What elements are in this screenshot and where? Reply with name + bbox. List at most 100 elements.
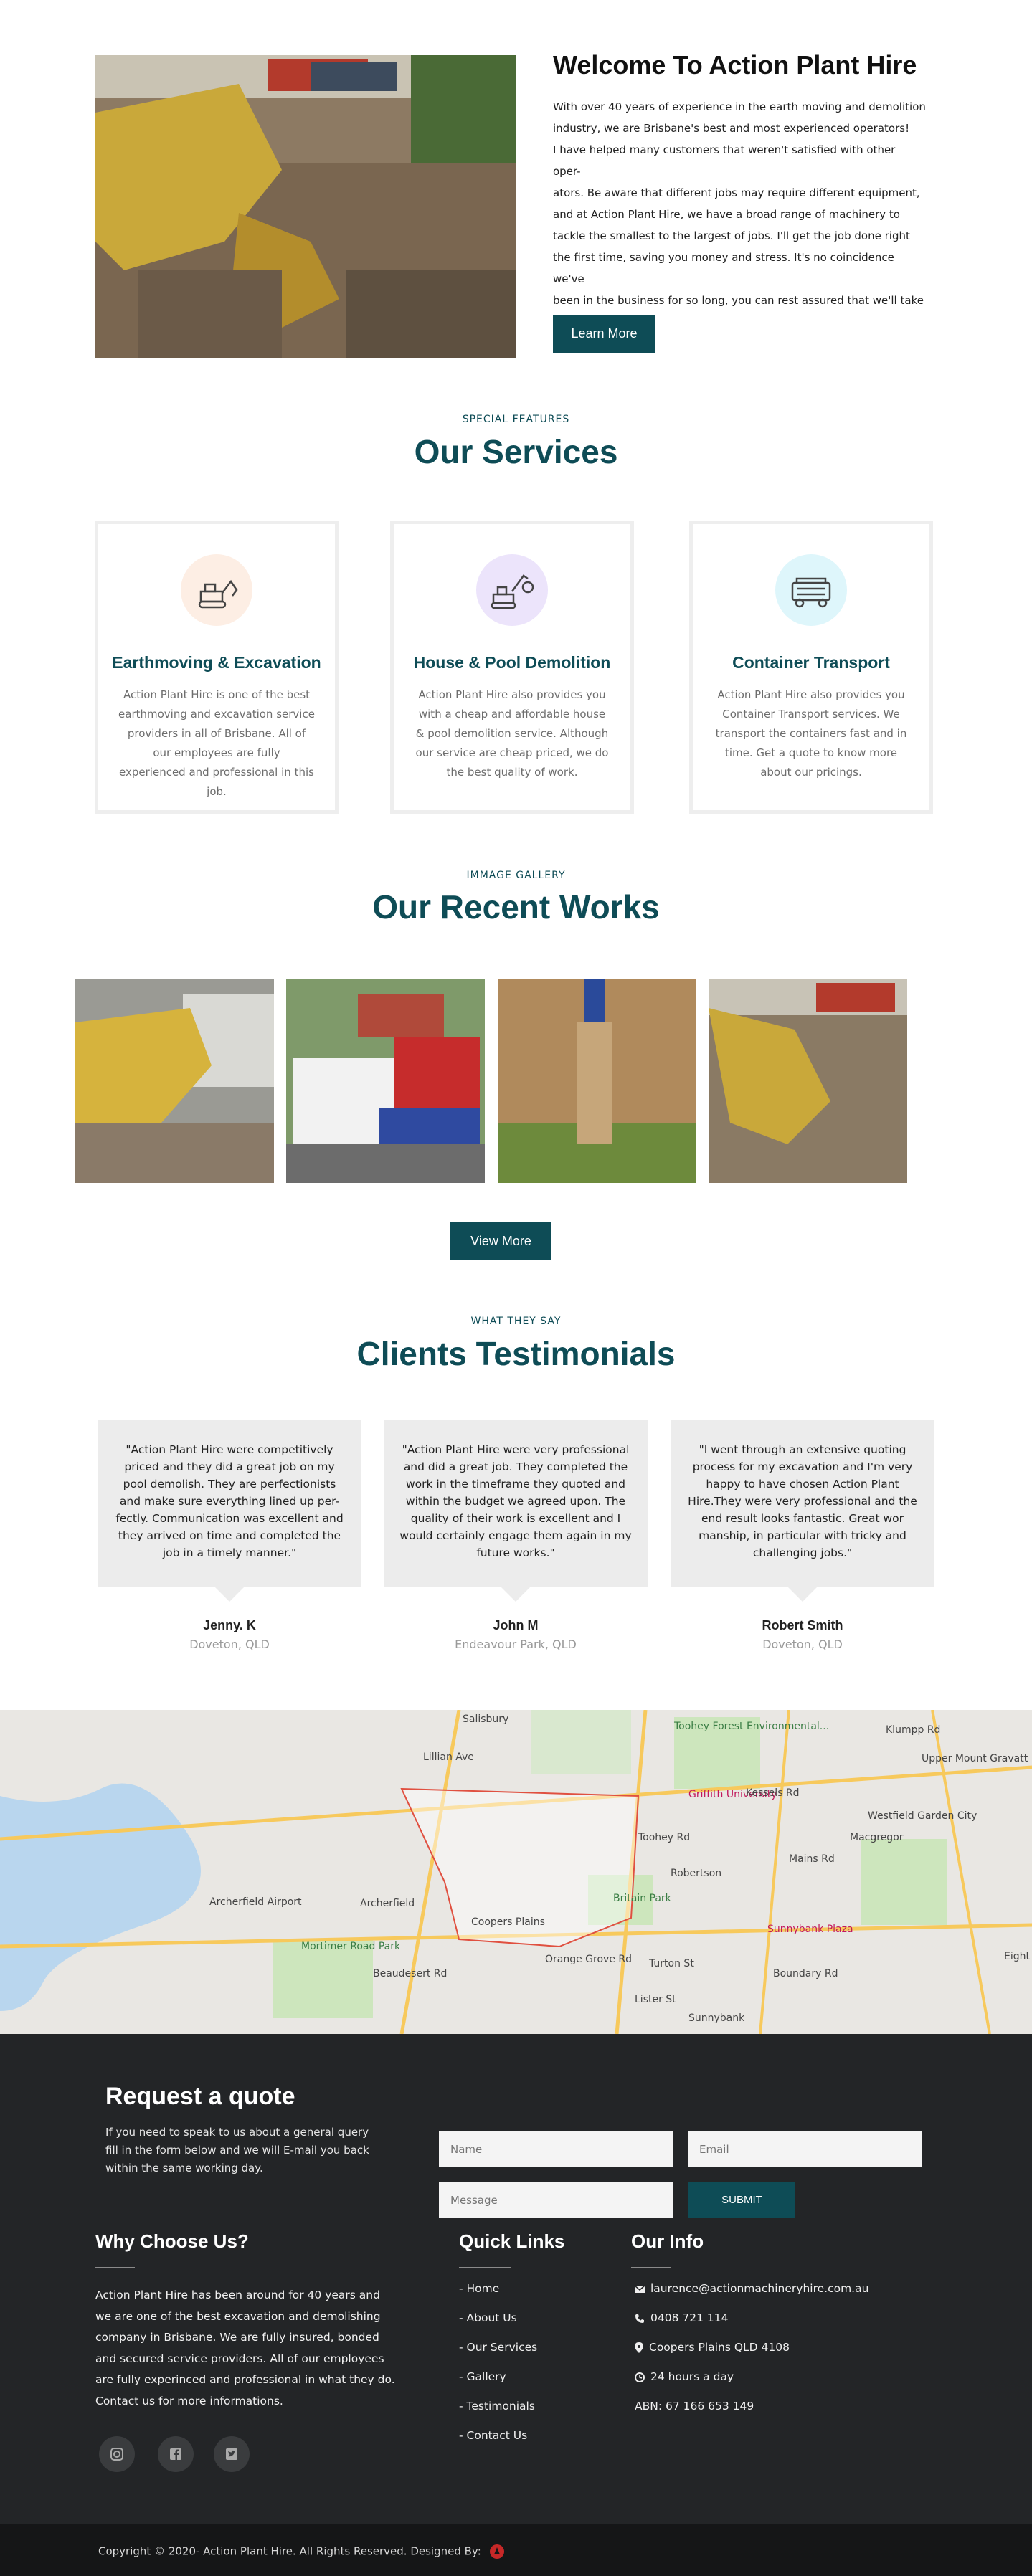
info-title: Our Info — [631, 2230, 704, 2252]
testimonials-eyebrow: WHAT THEY SAY — [470, 1316, 562, 1327]
why-title: Why Choose Us? — [95, 2230, 249, 2252]
footer-link-services[interactable]: - Our Services — [459, 2341, 537, 2354]
map-label: Toohey Forest Environmental... — [674, 1721, 830, 1732]
email-input[interactable] — [688, 2131, 922, 2167]
map-label: Klumpp Rd — [886, 1724, 941, 1736]
map-label: Eight Mile — [1004, 1951, 1032, 1962]
info-phone-text: 0408 721 114 — [650, 2311, 729, 2324]
twitter-icon[interactable] — [214, 2436, 250, 2472]
testimonial-card: "Action Plant Hire were competitively pr… — [98, 1420, 361, 1602]
welcome-title: Welcome To Action Plant Hire — [553, 50, 917, 80]
map-label: Mortimer Road Park — [301, 1941, 401, 1952]
map-label: Macgregor — [850, 1832, 904, 1843]
info-hours: 24 hours a day — [635, 2370, 734, 2383]
why-text: Action Plant Hire has been around for 40… — [95, 2289, 395, 2408]
info-abn: ABN: 67 166 653 149 — [635, 2400, 754, 2413]
location-map[interactable]: Salisbury Toohey Forest Environmental...… — [0, 1710, 1032, 2034]
phone-icon — [635, 2314, 644, 2323]
quick-links-title: Quick Links — [459, 2230, 565, 2252]
info-email[interactable]: laurence@actionmachineryhire.com.au — [634, 2282, 869, 2295]
name-input[interactable] — [439, 2131, 673, 2167]
service-card-transport[interactable]: Container Transport Action Plant Hire al… — [689, 521, 933, 814]
gallery-eyebrow: IMMAGE GALLERY — [466, 870, 566, 881]
why-divider — [95, 2267, 135, 2268]
map-label: Toohey Rd — [638, 1832, 691, 1843]
footer-link-home[interactable]: - Home — [459, 2282, 499, 2295]
testimonial-card: "I went through an extensive quoting pro… — [671, 1420, 934, 1602]
footer-link-contact[interactable]: - Contact Us — [459, 2429, 527, 2442]
info-email-text: laurence@actionmachineryhire.com.au — [650, 2282, 869, 2295]
testimonial-card: "Action Plant Hire were very professiona… — [384, 1420, 648, 1602]
message-input[interactable] — [439, 2182, 673, 2218]
testimonials-title: Clients Testimonials — [356, 1335, 676, 1372]
map-label: Archerfield — [360, 1898, 415, 1909]
service-description: Action Plant Hire also provides you with… — [415, 688, 609, 779]
map-label: Mains Rd — [789, 1853, 835, 1865]
testimonial-pointer — [501, 1587, 530, 1602]
gallery-photo-excavator-site[interactable] — [709, 979, 907, 1183]
map-label: Sunnybank Plaza — [767, 1924, 853, 1935]
info-address-text: Coopers Plains QLD 4108 — [649, 2341, 790, 2354]
testimonial-name: John M — [493, 1618, 539, 1632]
submit-button[interactable]: SUBMIT — [688, 2182, 795, 2218]
map-label: Orange Grove Rd — [545, 1954, 633, 1965]
service-title: Earthmoving & Excavation — [112, 653, 321, 672]
testimonial-location: Doveton, QLD — [762, 1638, 843, 1651]
copyright-label: Copyright © 2020- Action Plant Hire. All… — [98, 2544, 481, 2558]
testimonial-text: "Action Plant Hire were competitively pr… — [115, 1443, 344, 1559]
info-hours-text: 24 hours a day — [650, 2370, 734, 2383]
clock-icon — [635, 2372, 645, 2382]
welcome-line: I have helped many customers that weren'… — [553, 143, 896, 178]
testimonial-pointer — [788, 1587, 817, 1602]
map-label: Britain Park — [613, 1893, 671, 1904]
services-eyebrow: SPECIAL FEATURES — [462, 414, 570, 425]
copyright-text: Copyright © 2020- Action Plant Hire. All… — [98, 2544, 505, 2560]
map-label: Archerfield Airport — [209, 1896, 302, 1908]
welcome-text: With over 40 years of experience in the … — [553, 96, 926, 333]
designer-logo-icon[interactable] — [489, 2544, 505, 2560]
learn-more-button[interactable]: Learn More — [553, 315, 655, 353]
gallery-photo-demolition[interactable] — [75, 979, 274, 1183]
map-label: Turton St — [649, 1958, 694, 1969]
footer-link-about[interactable]: - About Us — [459, 2311, 517, 2324]
welcome-line: the first time, saving you money and str… — [553, 251, 894, 285]
testimonial-name: Jenny. K — [203, 1618, 256, 1632]
services-title: Our Services — [414, 433, 618, 470]
footer-link-testimonials[interactable]: - Testimonials — [459, 2400, 535, 2413]
transport-truck-icon — [775, 554, 847, 626]
testimonial-location: Endeavour Park, QLD — [455, 1638, 577, 1651]
location-pin-icon — [635, 2342, 643, 2353]
footer-link-gallery[interactable]: - Gallery — [459, 2370, 506, 2383]
hero-photo-excavator — [95, 55, 516, 358]
info-phone[interactable]: 0408 721 114 — [635, 2311, 728, 2324]
service-description: Action Plant Hire is one of the best ear… — [118, 688, 315, 798]
service-description: Action Plant Hire also provides you Cont… — [715, 688, 907, 779]
info-divider — [631, 2267, 671, 2268]
service-card-earthmoving[interactable]: Earthmoving & Excavation Action Plant Hi… — [95, 521, 339, 814]
map-label: Boundary Rd — [773, 1968, 838, 1979]
map-label: Beaudesert Rd — [373, 1968, 448, 1979]
map-label: Robertson — [671, 1868, 722, 1879]
gallery-photo-auger[interactable] — [498, 979, 696, 1183]
quote-text: If you need to speak to us about a gener… — [105, 2126, 369, 2175]
map-label: Lister St — [635, 1994, 676, 2005]
facebook-icon[interactable] — [158, 2436, 194, 2472]
map-label: Upper Mount Gravatt — [922, 1753, 1028, 1764]
quick-links-divider — [459, 2267, 511, 2268]
service-card-demolition[interactable]: House & Pool Demolition Action Plant Hir… — [390, 521, 634, 814]
testimonial-pointer — [215, 1587, 244, 1602]
service-title: House & Pool Demolition — [413, 653, 611, 672]
instagram-icon[interactable] — [99, 2436, 135, 2472]
map-label: Kessels Rd — [746, 1787, 800, 1799]
gallery-photo-truck[interactable] — [286, 979, 485, 1183]
welcome-line: ators. Be aware that different jobs may … — [553, 186, 920, 199]
service-title: Container Transport — [732, 653, 890, 672]
gallery-title: Our Recent Works — [372, 888, 660, 926]
map-label: Sunnybank — [688, 2012, 745, 2024]
map-label: Lillian Ave — [423, 1752, 474, 1763]
excavator-icon — [181, 554, 252, 626]
testimonial-text: "Action Plant Hire were very professiona… — [399, 1443, 632, 1559]
welcome-line: been in the business for so long, you ca… — [553, 294, 924, 307]
welcome-line: tackle the smallest to the largest of jo… — [553, 229, 910, 242]
view-more-button[interactable]: View More — [450, 1222, 551, 1260]
